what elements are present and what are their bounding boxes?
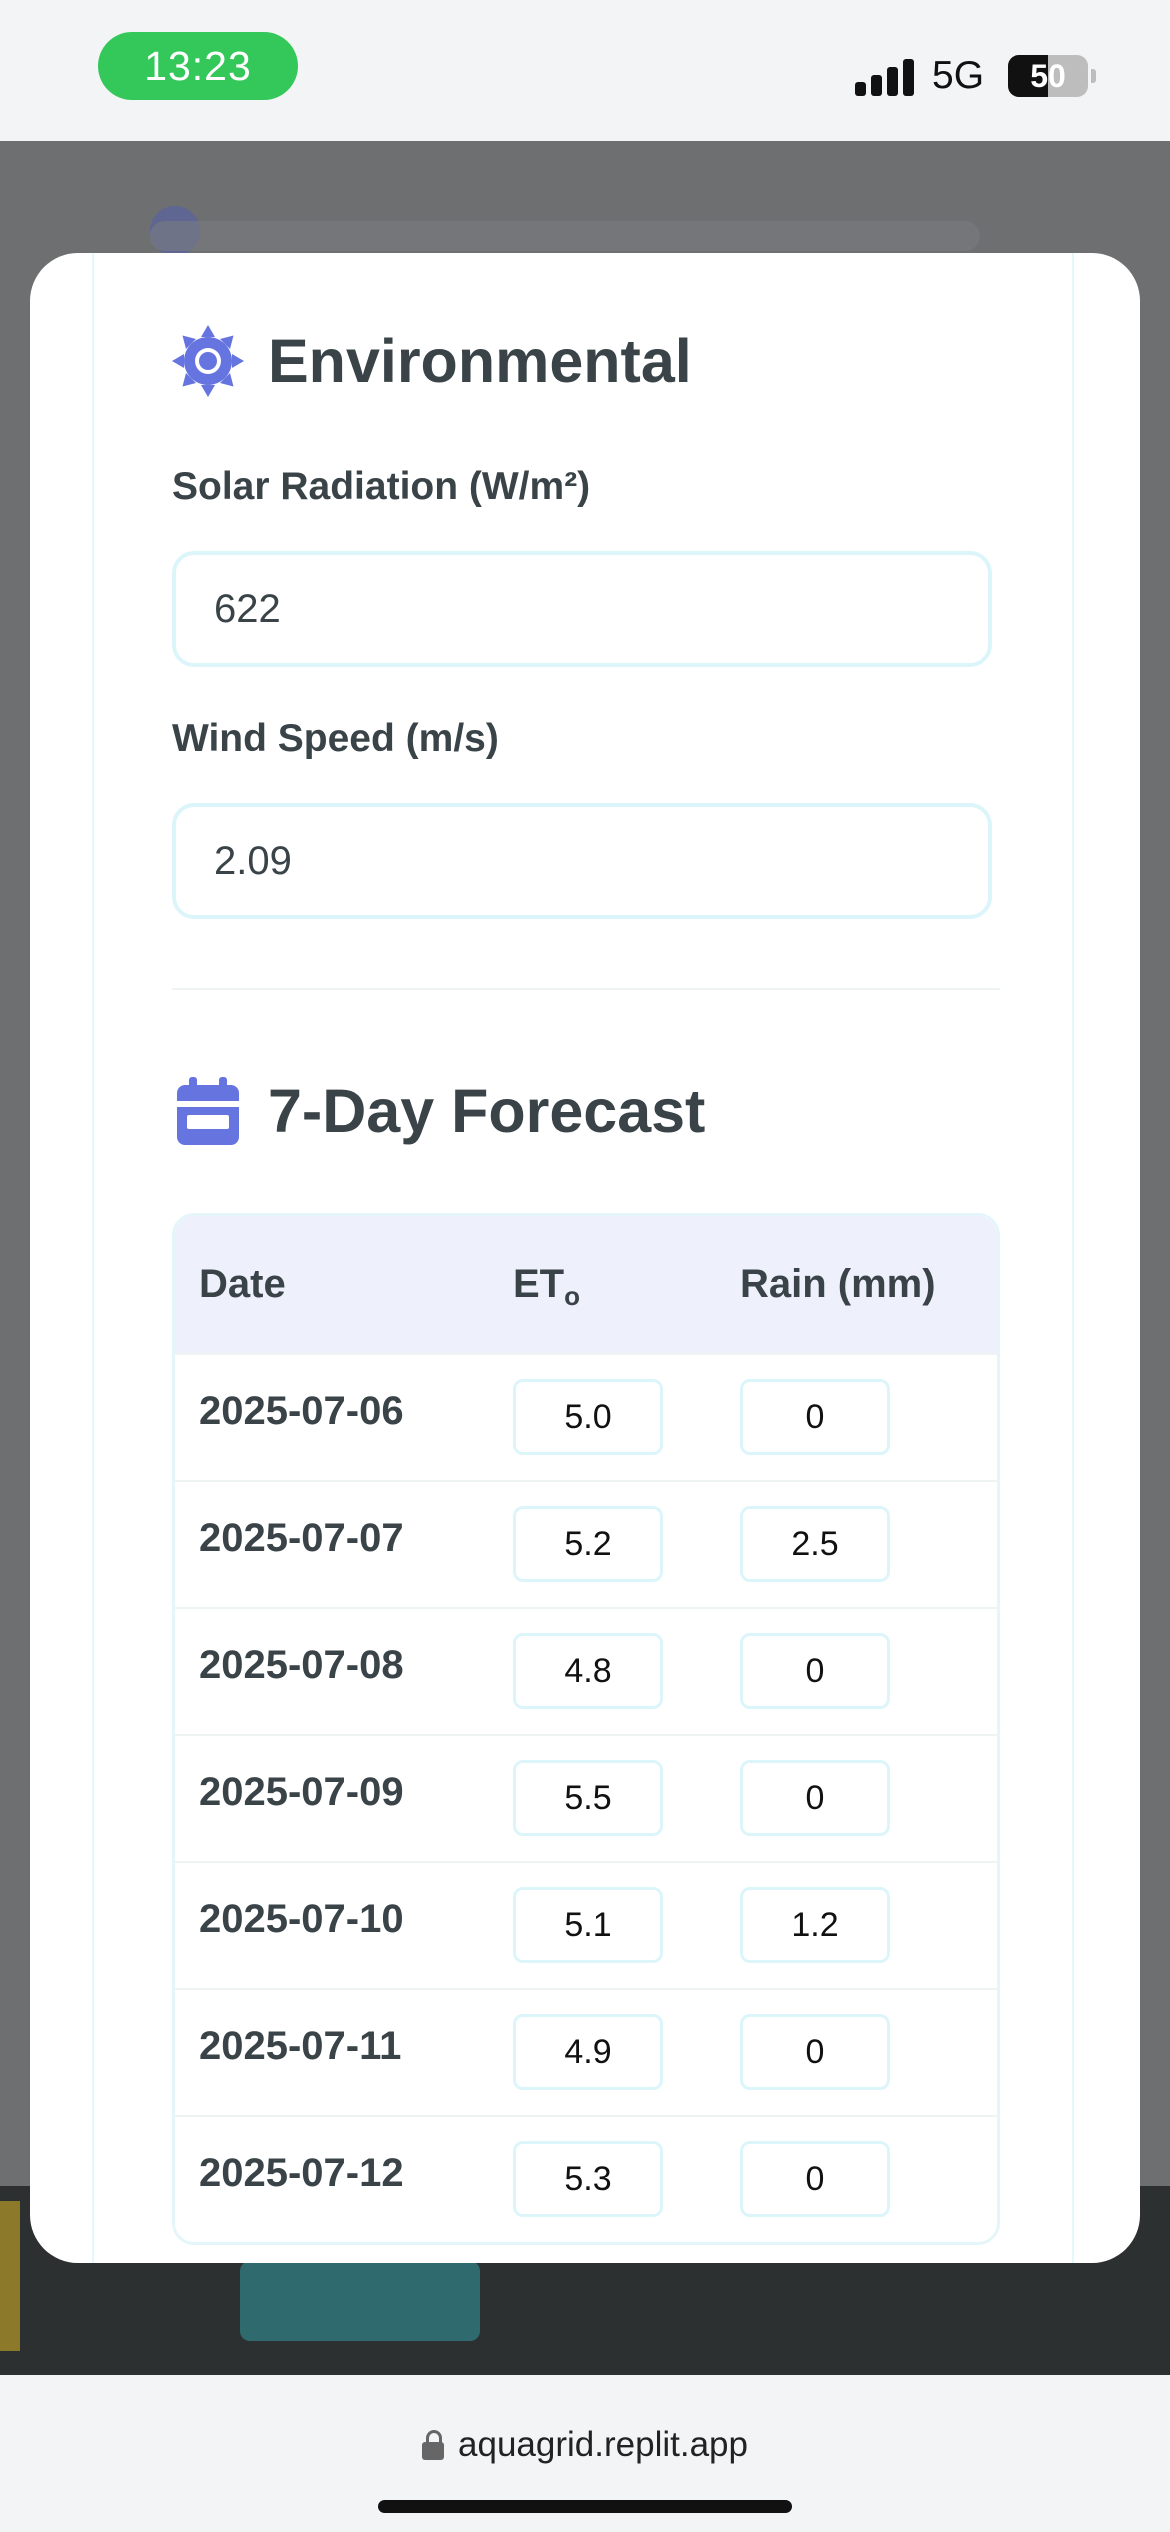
forecast-title: 7-Day Forecast bbox=[268, 1077, 706, 1145]
row-date: 2025-07-06 bbox=[199, 1389, 404, 1433]
forecast-header: 7-Day Forecast bbox=[172, 1075, 705, 1147]
solar-radiation-label: Solar Radiation (W/m²) bbox=[172, 465, 591, 508]
signal-bars-icon bbox=[855, 58, 915, 96]
row-date: 2025-07-09 bbox=[199, 1770, 404, 1814]
et-input[interactable]: 5.1 bbox=[513, 1887, 663, 1963]
table-row: 2025-07-10 5.1 1.2 bbox=[175, 1861, 997, 1988]
et-input[interactable]: 5.0 bbox=[513, 1379, 663, 1455]
et-input[interactable]: 5.5 bbox=[513, 1760, 663, 1836]
rain-input[interactable]: 2.5 bbox=[740, 1506, 890, 1582]
header-rain: Rain (mm) bbox=[740, 1262, 936, 1306]
battery-percent: 50 bbox=[1030, 57, 1066, 94]
sun-icon bbox=[172, 325, 244, 397]
battery-tip bbox=[1091, 69, 1096, 83]
solar-radiation-input[interactable]: 622 bbox=[172, 551, 992, 667]
status-time[interactable]: 13:23 bbox=[98, 32, 298, 100]
table-row: 2025-07-11 4.9 0 bbox=[175, 1988, 997, 2115]
background-button bbox=[240, 2261, 480, 2341]
row-date: 2025-07-11 bbox=[199, 2024, 402, 2068]
table-row: 2025-07-06 5.0 0 bbox=[175, 1353, 997, 1480]
rain-input[interactable]: 0 bbox=[740, 1760, 890, 1836]
environmental-header: Environmental bbox=[172, 325, 692, 397]
et-input[interactable]: 4.9 bbox=[513, 2014, 663, 2090]
table-row: 2025-07-12 5.3 0 bbox=[175, 2115, 997, 2242]
card-rail-left bbox=[92, 253, 94, 2263]
rain-input[interactable]: 0 bbox=[740, 2014, 890, 2090]
table-row: 2025-07-07 5.2 2.5 bbox=[175, 1480, 997, 1607]
table-header: Date ETo Rain (mm) bbox=[175, 1216, 997, 1353]
row-date: 2025-07-07 bbox=[199, 1516, 404, 1560]
battery-icon: 50 bbox=[1008, 55, 1088, 97]
rain-input[interactable]: 0 bbox=[740, 1633, 890, 1709]
wind-speed-label: Wind Speed (m/s) bbox=[172, 717, 499, 760]
rain-input[interactable]: 1.2 bbox=[740, 1887, 890, 1963]
row-date: 2025-07-12 bbox=[199, 2151, 404, 2195]
background-accent bbox=[0, 2201, 20, 2351]
browser-bar: aquagrid.replit.app bbox=[0, 2375, 1170, 2532]
table-row: 2025-07-09 5.5 0 bbox=[175, 1734, 997, 1861]
row-date: 2025-07-08 bbox=[199, 1643, 404, 1687]
section-divider bbox=[172, 988, 1000, 990]
lock-icon bbox=[422, 2430, 445, 2460]
et-input[interactable]: 5.2 bbox=[513, 1506, 663, 1582]
home-indicator[interactable] bbox=[378, 2500, 792, 2513]
et-input[interactable]: 4.8 bbox=[513, 1633, 663, 1709]
network-type: 5G bbox=[932, 54, 985, 97]
et-input[interactable]: 5.3 bbox=[513, 2141, 663, 2217]
table-body: 2025-07-06 5.0 0 2025-07-07 5.2 2.5 2025-07-08… bbox=[175, 1353, 997, 2242]
calendar-icon bbox=[172, 1075, 244, 1147]
header-et-subscript: o bbox=[564, 1281, 581, 1311]
rain-input[interactable]: 0 bbox=[740, 2141, 890, 2217]
row-date: 2025-07-10 bbox=[199, 1897, 404, 1941]
url-field[interactable]: aquagrid.replit.app bbox=[0, 2425, 1170, 2465]
forecast-table: Date ETo Rain (mm) 2025-07-06 5.0 0 2025-07… bbox=[172, 1213, 1000, 2245]
rain-input[interactable]: 0 bbox=[740, 1379, 890, 1455]
status-bar: 13:23 5G 50 bbox=[0, 0, 1170, 141]
header-et-label: ET bbox=[513, 1262, 565, 1306]
header-date: Date bbox=[199, 1262, 286, 1306]
header-et: ETo bbox=[513, 1262, 580, 1311]
wind-speed-input[interactable]: 2.09 bbox=[172, 803, 992, 919]
table-row: 2025-07-08 4.8 0 bbox=[175, 1607, 997, 1734]
settings-modal: Environmental Solar Radiation (W/m²) 622… bbox=[30, 253, 1140, 2263]
card-rail-right bbox=[1072, 253, 1074, 2263]
environmental-title: Environmental bbox=[268, 327, 692, 395]
background-text bbox=[150, 221, 980, 251]
url-text: aquagrid.replit.app bbox=[458, 2425, 748, 2464]
